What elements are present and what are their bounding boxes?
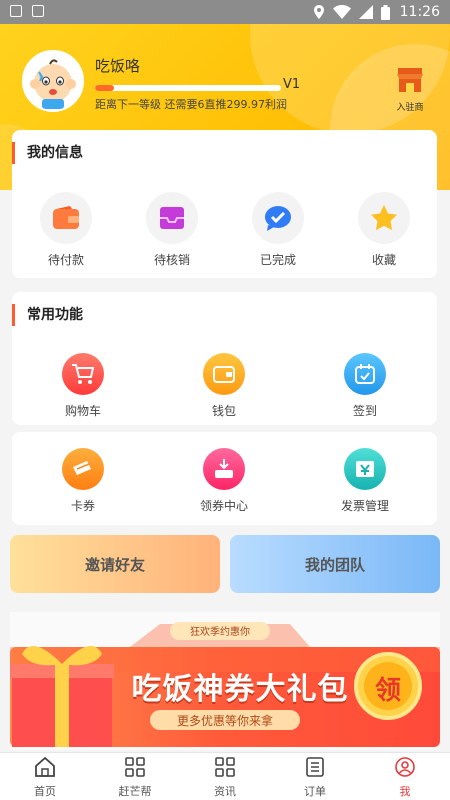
invoice-label: 发票管理: [340, 499, 389, 513]
checkin-label: 签到: [352, 404, 377, 418]
pending-payment-item[interactable]: 待付款: [26, 192, 106, 268]
invoice-icon: [356, 461, 374, 477]
inbox-icon: [160, 207, 184, 229]
pending-payment-label: 待付款: [47, 253, 84, 267]
shop-entry-button[interactable]: 入驻商: [390, 68, 430, 116]
user-name: 吃饭咯: [95, 57, 141, 75]
cart-item[interactable]: 购物车: [43, 353, 123, 419]
wifi-icon: [332, 5, 351, 19]
cart-label: 购物车: [64, 404, 101, 418]
tab-orders-label: 订单: [304, 785, 326, 798]
my-team-label: 我的团队: [304, 555, 365, 574]
invite-friends-button[interactable]: 邀请好友: [10, 535, 220, 593]
banner-subtitle: 更多优惠等你来拿: [176, 714, 273, 728]
coupon-center-label: 领券中心: [199, 499, 248, 513]
coupon-center-item[interactable]: 领券中心: [184, 448, 264, 514]
level-progress-fill: [95, 85, 114, 91]
grid-icon: [125, 757, 145, 777]
checkin-item[interactable]: 签到: [325, 353, 405, 419]
level-label: V1: [283, 77, 301, 92]
tab-news[interactable]: 资讯: [190, 757, 260, 799]
wallet-icon: [53, 206, 79, 229]
completed-item[interactable]: 已完成: [238, 192, 318, 268]
level-progress-bar: [95, 85, 281, 91]
level-description: 距离下一等级 还需要6直推299.97利润: [95, 98, 287, 111]
wallet-label: 钱包: [211, 404, 236, 418]
calendar-check-icon: [355, 364, 375, 384]
status-time: 11:26: [399, 4, 440, 20]
tab-gangmangbang[interactable]: 赶芒帮: [100, 757, 170, 799]
card-coupon-label: 卡券: [70, 499, 95, 513]
battery-icon: [380, 4, 390, 20]
my-info-title: 我的信息: [12, 142, 83, 164]
signal-icon: [358, 5, 373, 19]
tab-news-label: 资讯: [214, 785, 236, 798]
home-icon: [35, 756, 55, 777]
chat-check-icon: [265, 206, 291, 231]
avatar[interactable]: [22, 50, 84, 112]
card-coupon-item[interactable]: 卡券: [43, 448, 123, 514]
tab-home[interactable]: 首页: [10, 756, 80, 799]
bottom-tab-bar: 首页 赶芒帮 资讯 订单 我: [0, 752, 450, 800]
promo-banner[interactable]: 狂欢季约惠你 吃饭神券大礼包 更多优惠等你来拿 领: [10, 612, 440, 750]
star-icon: [371, 205, 397, 231]
tab-home-label: 首页: [34, 785, 56, 798]
my-team-button[interactable]: 我的团队: [230, 535, 440, 593]
user-icon: [395, 757, 415, 777]
banner-tag: 狂欢季约惠你: [190, 627, 250, 638]
common-functions-card: 常用功能 购物车 钱包 签到: [12, 292, 437, 425]
my-info-card: 我的信息 待付款 待核销 已完成 收藏: [12, 130, 437, 278]
completed-label: 已完成: [259, 253, 296, 267]
list-icon: [306, 757, 324, 777]
common-functions-title: 常用功能: [12, 304, 83, 326]
store-icon: [397, 68, 423, 92]
shop-entry-label: 入驻商: [396, 103, 424, 113]
tab-orders[interactable]: 订单: [280, 757, 350, 799]
baby-avatar-icon: [30, 59, 76, 109]
tab-gangmangbang-label: 赶芒帮: [118, 785, 152, 798]
location-icon: [313, 5, 324, 19]
grid-icon: [215, 757, 235, 777]
coupon-center-icon: [215, 459, 233, 478]
wallet-icon: [213, 366, 235, 383]
banner-claim-button[interactable]: 领: [368, 670, 408, 707]
image-icon: [10, 5, 22, 17]
invoice-item[interactable]: 发票管理: [325, 448, 405, 514]
cart-icon: [72, 364, 95, 384]
pending-verify-label: 待核销: [153, 253, 190, 267]
banner-title: 吃饭神券大礼包: [131, 672, 349, 707]
common-functions-card-row2: 卡券 领券中心 发票管理: [12, 432, 437, 525]
pending-verify-item[interactable]: 待核销: [132, 192, 212, 268]
invite-friends-label: 邀请好友: [84, 555, 145, 574]
wallet-item[interactable]: 钱包: [184, 353, 264, 419]
ticket-icon: [73, 461, 91, 475]
favorites-label: 收藏: [371, 253, 396, 267]
tab-me-label: 我: [399, 785, 411, 798]
status-bar: 11:26: [0, 0, 450, 24]
tab-me[interactable]: 我: [370, 757, 440, 799]
favorites-item[interactable]: 收藏: [344, 192, 424, 268]
a-icon: [32, 5, 44, 17]
